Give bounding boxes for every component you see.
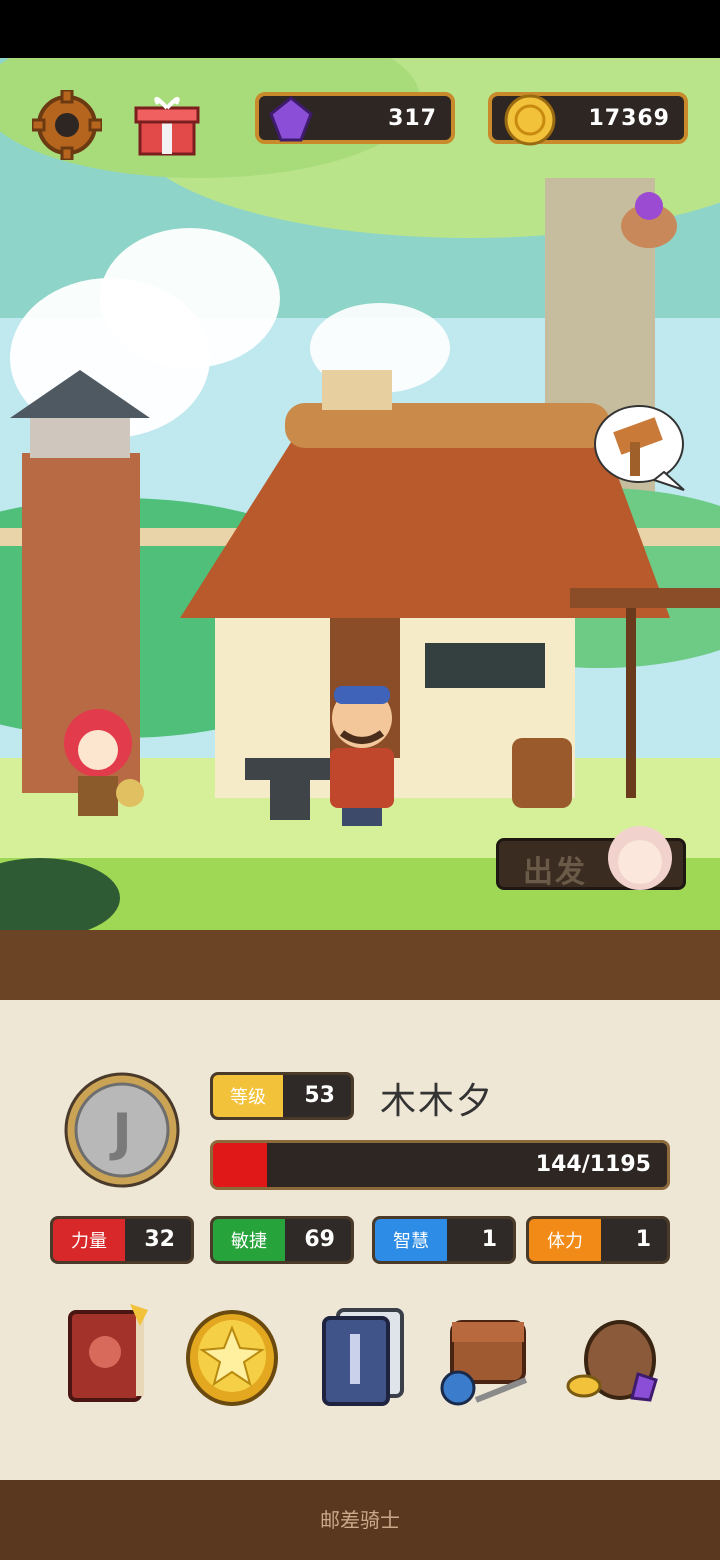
hp-value: 144/1195 xyxy=(535,1152,651,1177)
hp-bar: 144/1195 xyxy=(210,1140,670,1190)
gem-icon xyxy=(269,96,313,142)
settings-gear-icon[interactable] xyxy=(32,90,102,160)
stat-agility: 敏捷 69 xyxy=(210,1216,354,1264)
hp-fill xyxy=(213,1143,268,1187)
gold-value: 17369 xyxy=(588,106,670,131)
stat-label: 智慧 xyxy=(375,1219,447,1261)
stat-label: 敏捷 xyxy=(213,1219,285,1261)
stat-strength: 力量 32 xyxy=(50,1216,194,1264)
knight-character[interactable] xyxy=(50,698,150,828)
star-coin-icon[interactable] xyxy=(182,1300,282,1410)
treasure-sack-icon[interactable] xyxy=(566,1300,666,1410)
loot-bag-icon[interactable] xyxy=(616,186,682,252)
stat-value: 32 xyxy=(144,1227,175,1252)
stat-value: 1 xyxy=(481,1227,497,1252)
blacksmith-character[interactable] xyxy=(312,678,412,828)
hammer-quest-bubble[interactable] xyxy=(594,402,690,492)
level-label: 等级 xyxy=(213,1075,283,1117)
gold-coin-icon xyxy=(504,94,556,146)
stat-label: 体力 xyxy=(529,1219,601,1261)
footer-bar: 邮差骑士 xyxy=(0,1480,720,1560)
app-title: 邮差骑士 xyxy=(320,1508,400,1532)
journal-book-icon[interactable] xyxy=(60,1300,160,1410)
stat-label: 力量 xyxy=(53,1219,125,1261)
card-deck-icon[interactable] xyxy=(312,1300,412,1410)
dirt-divider xyxy=(0,930,720,1005)
stat-value: 1 xyxy=(635,1227,651,1252)
level-tag: 等级 53 xyxy=(210,1072,354,1120)
gift-box-icon[interactable] xyxy=(132,90,202,160)
rank-medal-icon[interactable]: J xyxy=(62,1070,182,1190)
gold-counter[interactable]: 17369 xyxy=(488,92,688,146)
depart-label: 出发 xyxy=(523,855,587,890)
inventory-bag-icon[interactable] xyxy=(436,1300,536,1410)
sleeping-girl-avatar xyxy=(608,826,672,890)
status-bar xyxy=(0,0,720,58)
game-scene: 出发 xyxy=(0,58,720,940)
level-value: 53 xyxy=(304,1083,335,1108)
gems-value: 317 xyxy=(388,106,437,131)
svg-text:J: J xyxy=(109,1103,131,1163)
stat-wisdom: 智慧 1 xyxy=(372,1216,516,1264)
stat-stamina: 体力 1 xyxy=(526,1216,670,1264)
gems-counter[interactable]: 317 xyxy=(255,92,455,144)
character-name: 木木夕 xyxy=(380,1081,495,1122)
stat-value: 69 xyxy=(304,1227,335,1252)
